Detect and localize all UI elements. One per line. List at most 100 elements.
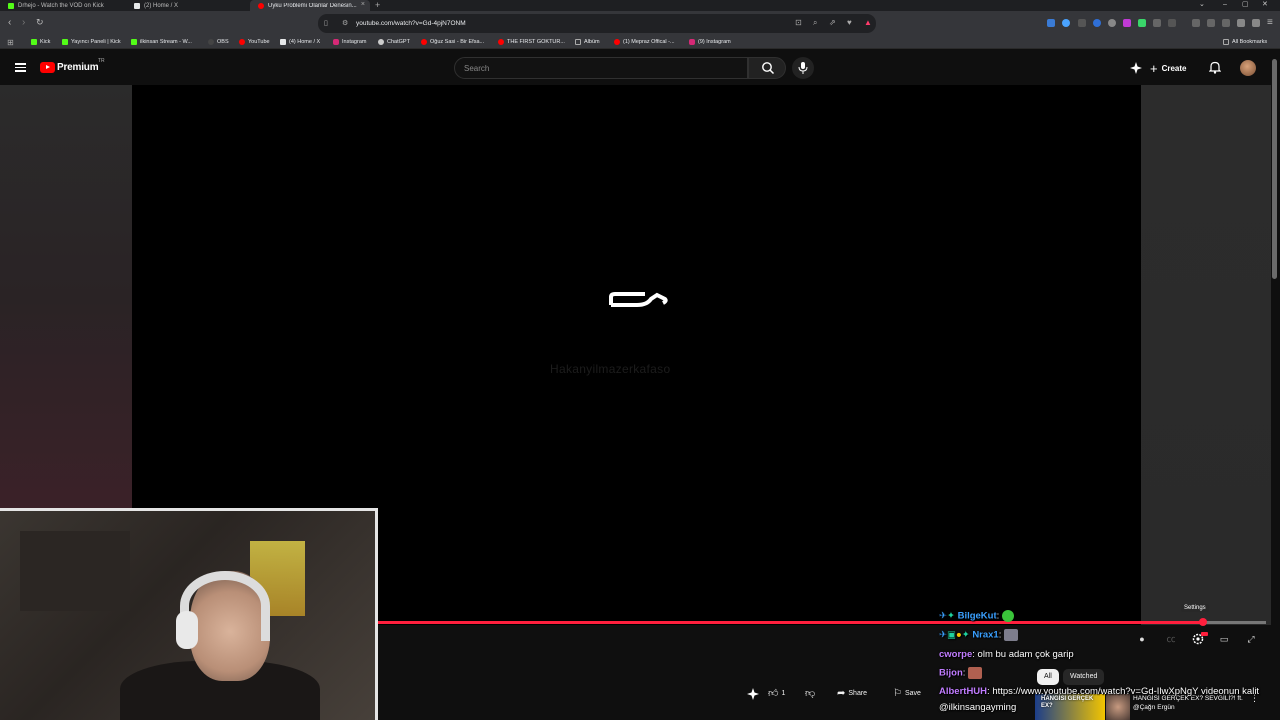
extension-icon[interactable] (1078, 19, 1086, 27)
youtube-logo-text[interactable]: Premium (57, 62, 99, 73)
webcam-background-shelf (20, 531, 130, 611)
thumbs-down-icon: 👎︎ (805, 688, 816, 699)
browser-tab-x[interactable]: (2) Home / X (126, 0, 250, 11)
bookmark-page-icon[interactable]: ▯ (324, 19, 328, 27)
browser-tab-kick[interactable]: Drhejo - Watch the VOD on Kick (0, 0, 126, 11)
bookmark-item[interactable]: YouTube (239, 39, 270, 45)
bookmark-item[interactable]: ChatGPT (378, 39, 410, 45)
like-button[interactable]: 👍︎ 1 (768, 684, 785, 702)
install-icon[interactable]: ⊡ (795, 18, 802, 27)
sparkle-icon[interactable] (747, 688, 759, 700)
microphone-icon (798, 62, 808, 74)
create-button[interactable]: + Create (1150, 59, 1187, 77)
extension-icon[interactable] (1123, 19, 1131, 27)
dislike-button[interactable]: 👎︎ (805, 684, 815, 702)
minimize-icon[interactable]: – (1223, 0, 1227, 10)
media-icon[interactable] (1192, 19, 1200, 27)
extension-icon[interactable] (1168, 19, 1176, 27)
hd-badge (1201, 632, 1208, 636)
new-tab-button[interactable]: + (375, 0, 380, 11)
suggested-thumbnail[interactable] (1106, 694, 1130, 720)
bookmark-label: Oğuz Sasi - Bir Efsa... (430, 39, 485, 45)
extension-icon[interactable] (1138, 19, 1146, 27)
extension-icon[interactable] (1047, 19, 1055, 27)
fullscreen-icon[interactable]: ⤢ (1244, 632, 1258, 646)
obs-icon (208, 39, 214, 45)
bookmark-item[interactable]: (4) Home / X (280, 39, 320, 45)
progress-scrubber[interactable] (1199, 618, 1207, 626)
brave-rewards-icon[interactable]: ▲ (864, 18, 872, 27)
maximize-icon[interactable]: ▢ (1242, 0, 1249, 10)
apps-grid-icon[interactable]: ⊞ (7, 38, 14, 47)
suggested-thumbnail[interactable]: HANGİSİ GERÇEK EX? (1035, 694, 1105, 720)
loading-spinner-icon (609, 292, 668, 307)
puzzle-icon[interactable] (1153, 19, 1161, 27)
badge-icon: ✦ (961, 629, 970, 641)
back-icon[interactable]: ‹ (8, 17, 11, 28)
share-page-icon[interactable]: ⇗ (829, 18, 836, 27)
pin-icon: ✈ (939, 610, 947, 622)
close-window-icon[interactable]: ✕ (1262, 0, 1268, 10)
extension-icon[interactable] (1093, 19, 1101, 27)
site-info-icon[interactable]: ⚙ (342, 19, 348, 27)
shield-icon[interactable]: ♥ (847, 18, 852, 27)
sparkle-icon[interactable] (1130, 62, 1142, 74)
chat-text: @ilkinsangayming (939, 702, 1017, 713)
page-scrollbar[interactable] (1272, 59, 1277, 279)
bookmark-item[interactable]: Instagram (333, 39, 366, 45)
bookmark-item[interactable]: Oğuz Sasi - Bir Efsa... (421, 39, 484, 45)
bookmark-item[interactable]: Yayıncı Paneli | Kick (62, 39, 121, 45)
address-bar[interactable]: ▯ ⚙ youtube.com/watch?v=Gd-4pjN7ONM ⊡ ⌕ … (318, 14, 876, 33)
bookmark-item[interactable]: (9) Instagram (689, 39, 731, 45)
theater-mode-icon[interactable]: ▭ (1217, 632, 1231, 646)
folder-icon (575, 39, 581, 45)
search-placeholder: Search (464, 64, 490, 73)
profile-icon[interactable] (1222, 19, 1230, 27)
shield-icon[interactable] (1252, 19, 1260, 27)
autoplay-toggle-icon[interactable]: ● (1135, 632, 1149, 646)
search-input[interactable]: Search (454, 57, 748, 79)
chat-message: Bijon: (939, 667, 983, 679)
menu-icon[interactable]: ≡ (1267, 17, 1273, 28)
bookmark-item[interactable]: Kick (31, 39, 50, 45)
search-icon (762, 62, 775, 75)
bookmark-item[interactable]: (1) Mepraz Offical -... (614, 39, 675, 45)
chat-username: Nrax1 (972, 629, 999, 641)
bookmark-item[interactable]: THE FIRST GOKTUR... (498, 39, 565, 45)
search-button[interactable] (748, 57, 786, 79)
chevron-down-icon[interactable]: ⌄ (1199, 0, 1205, 10)
chat-username: cworpe (939, 649, 973, 660)
bookmark-label: All Bookmarks (1232, 39, 1268, 45)
chip-all[interactable]: All (1037, 669, 1059, 685)
wallet-icon[interactable] (1237, 19, 1245, 27)
progress-bar-played[interactable] (377, 621, 1204, 624)
youtube-logo-icon[interactable] (40, 62, 55, 73)
bell-icon[interactable] (1209, 61, 1221, 74)
tab-title: Uyku Problemi Olanlar Denesin... (268, 2, 357, 9)
close-tab-icon[interactable]: × (361, 1, 365, 8)
youtube-icon (421, 39, 427, 45)
bookmark-label: Albüm (584, 39, 600, 45)
chip-watched[interactable]: Watched (1063, 669, 1105, 685)
hamburger-menu-icon[interactable] (15, 63, 26, 72)
share-button[interactable]: ➦ Share (837, 684, 867, 702)
bookmark-item[interactable]: ilkinsan Stream - W... (131, 39, 192, 45)
progress-bar-remaining[interactable] (1203, 621, 1266, 624)
avatar[interactable] (1240, 60, 1256, 76)
browser-tab-youtube[interactable]: Uyku Problemi Olanlar Denesin... × (250, 0, 370, 11)
extension-icon[interactable] (1108, 19, 1116, 27)
zoom-icon[interactable]: ⌕ (813, 18, 817, 28)
sidebar-icon[interactable] (1207, 19, 1215, 27)
forward-icon[interactable]: › (22, 17, 25, 28)
bookmark-item[interactable]: OBS (208, 39, 229, 45)
all-bookmarks[interactable]: All Bookmarks (1223, 39, 1267, 45)
captions-icon[interactable]: ㏄ (1164, 632, 1178, 646)
save-button[interactable]: ⚐ Save (893, 684, 921, 702)
address-row: ‹ › ↻ ▯ ⚙ youtube.com/watch?v=Gd-4pjN7ON… (0, 11, 1280, 36)
bookmark-item[interactable]: Albüm (575, 39, 600, 45)
voice-search-button[interactable] (792, 57, 814, 79)
reload-icon[interactable]: ↻ (36, 17, 44, 28)
folder-icon (1223, 39, 1229, 45)
x-icon (280, 39, 286, 45)
extension-icon[interactable] (1062, 19, 1070, 27)
